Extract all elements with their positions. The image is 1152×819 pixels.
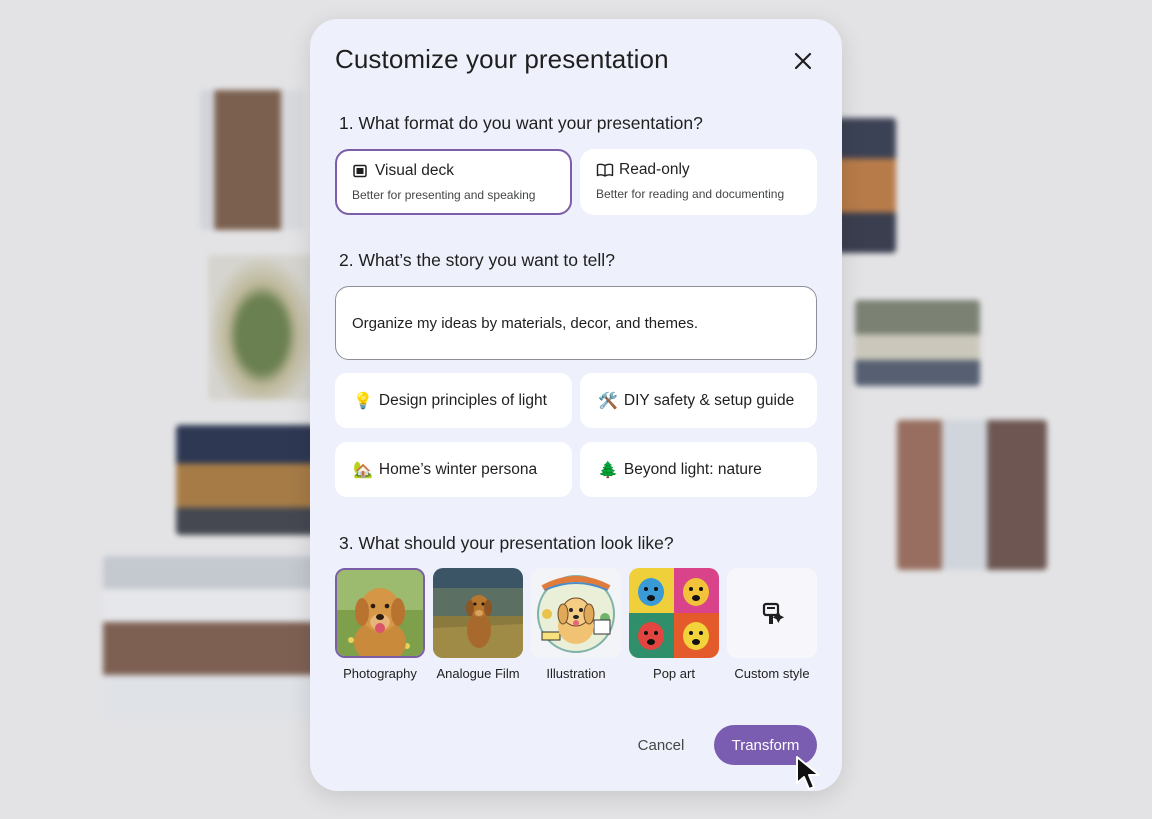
lightbulb-icon: 💡 (353, 391, 373, 410)
suggestion-chip-beyond-light[interactable]: 🌲 Beyond light: nature (580, 442, 817, 497)
style-label-pop-art: Pop art (653, 666, 695, 681)
tree-icon: 🌲 (598, 460, 618, 479)
style-label-photography: Photography (343, 666, 417, 681)
background-photo-wreath (208, 255, 316, 400)
format-option-read-only[interactable]: Read-only Better for reading and documen… (580, 149, 817, 215)
style-label-analogue-film: Analogue Film (436, 666, 520, 681)
format-option-visual-deck[interactable]: Visual deck Better for presenting and sp… (335, 149, 572, 215)
format-option-label: Read-only (619, 161, 690, 178)
cancel-button[interactable]: Cancel (620, 725, 702, 765)
slides-icon (352, 163, 368, 179)
custom-style-icon (762, 602, 785, 624)
house-icon: 🏡 (353, 460, 373, 479)
background-photo-lights (836, 118, 896, 253)
background-photo-porch (855, 300, 980, 386)
customize-presentation-dialog: Customize your presentation 1. What form… (310, 19, 842, 791)
style-pop-art-thumbnail[interactable] (629, 568, 719, 658)
format-option-label: Visual deck (375, 162, 454, 179)
style-illustration-thumbnail[interactable] (531, 568, 621, 658)
format-option-description: Better for presenting and speaking (352, 188, 536, 202)
background-photo-house-night (176, 425, 316, 535)
background-photo-entrance (897, 420, 1047, 570)
dialog-title: Customize your presentation (335, 44, 669, 74)
book-icon (596, 162, 614, 178)
style-custom-tile[interactable] (727, 568, 817, 658)
background-photo-door (200, 90, 304, 230)
suggestion-label: Design principles of light (378, 391, 547, 409)
suggestion-chip-winter-persona[interactable]: 🏡 Home’s winter persona (335, 442, 572, 497)
format-option-description: Better for reading and documenting (596, 187, 785, 201)
background-photo-snowy-house (103, 556, 318, 721)
style-label-illustration: Illustration (546, 666, 606, 681)
style-analogue-film-thumbnail[interactable] (433, 568, 523, 658)
story-question: 2. What’s the story you want to tell? (339, 250, 615, 270)
style-photography-thumbnail[interactable] (335, 568, 425, 658)
suggestion-label: Beyond light: nature (623, 460, 762, 478)
close-icon[interactable] (791, 49, 815, 73)
look-question: 3. What should your presentation look li… (339, 533, 674, 553)
style-label-custom-style: Custom style (734, 666, 810, 681)
tools-icon: 🛠️ (598, 391, 618, 410)
suggestion-chip-diy-safety[interactable]: 🛠️ DIY safety & setup guide (580, 373, 817, 428)
suggestion-chip-design-principles[interactable]: 💡 Design principles of light (335, 373, 572, 428)
story-input[interactable]: Organize my ideas by materials, decor, a… (335, 286, 817, 360)
suggestion-label: Home’s winter persona (378, 460, 538, 478)
mouse-pointer-icon (795, 755, 825, 793)
format-question: 1. What format do you want your presenta… (339, 113, 703, 133)
suggestion-label: DIY safety & setup guide (623, 391, 795, 409)
